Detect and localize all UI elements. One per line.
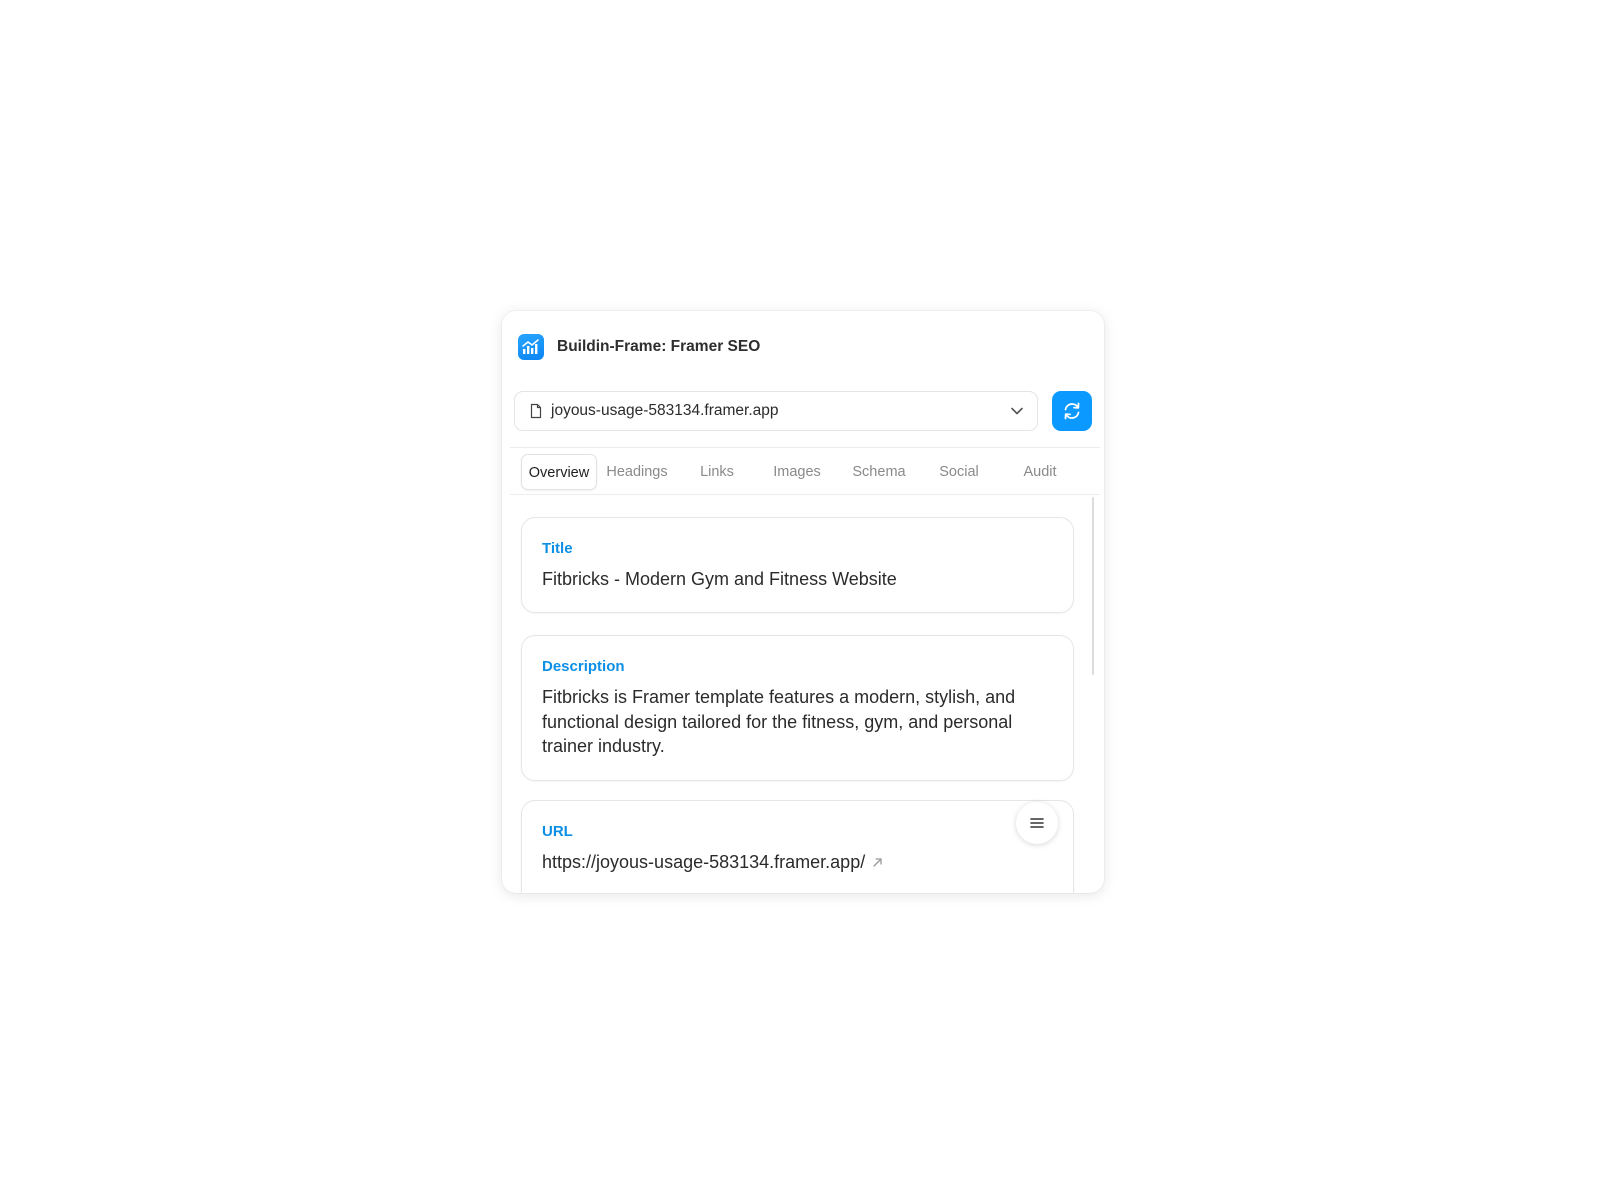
title-label: Title	[542, 540, 573, 557]
url-label: URL	[542, 823, 573, 840]
controls-row: joyous-usage-583134.framer.app	[514, 391, 1092, 433]
url-value: https://joyous-usage-583134.framer.app/	[542, 852, 866, 872]
titlebar: Buildin-Frame: Framer SEO	[518, 333, 760, 361]
title-card: Title Fitbricks - Modern Gym and Fitness…	[521, 517, 1074, 613]
menu-button[interactable]	[1016, 802, 1058, 844]
refresh-button[interactable]	[1052, 391, 1092, 431]
tab-headings[interactable]: Headings	[602, 454, 672, 490]
external-link-icon	[872, 857, 883, 868]
tab-links[interactable]: Links	[682, 454, 752, 490]
scrollbar[interactable]	[1092, 497, 1094, 675]
tab-schema[interactable]: Schema	[844, 454, 914, 490]
file-icon	[529, 403, 543, 419]
page-select-value: joyous-usage-583134.framer.app	[551, 402, 779, 419]
page-select[interactable]: joyous-usage-583134.framer.app	[514, 391, 1038, 431]
overview-panel: Title Fitbricks - Modern Gym and Fitness…	[510, 495, 1100, 893]
description-card: Description Fitbricks is Framer template…	[521, 635, 1074, 781]
description-label: Description	[542, 658, 625, 675]
chevron-down-icon	[1007, 401, 1027, 421]
tab-social[interactable]: Social	[924, 454, 994, 490]
title-value: Fitbricks - Modern Gym and Fitness Websi…	[542, 569, 897, 589]
menu-icon	[1029, 816, 1045, 830]
tab-overview[interactable]: Overview	[521, 454, 597, 490]
tab-images[interactable]: Images	[762, 454, 832, 490]
chart-icon	[518, 334, 544, 360]
refresh-icon	[1061, 400, 1083, 422]
description-value: Fitbricks is Framer template features a …	[542, 687, 1016, 756]
tab-audit[interactable]: Audit	[1005, 454, 1075, 490]
url-card: URL https://joyous-usage-583134.framer.a…	[521, 800, 1074, 893]
plugin-window: Buildin-Frame: Framer SEO joyous-usage-5…	[502, 311, 1104, 893]
tab-bar: Overview Headings Links Images Schema So…	[510, 447, 1100, 495]
url-link[interactable]: https://joyous-usage-583134.framer.app/	[542, 850, 1053, 875]
app-title: Buildin-Frame: Framer SEO	[557, 338, 761, 355]
